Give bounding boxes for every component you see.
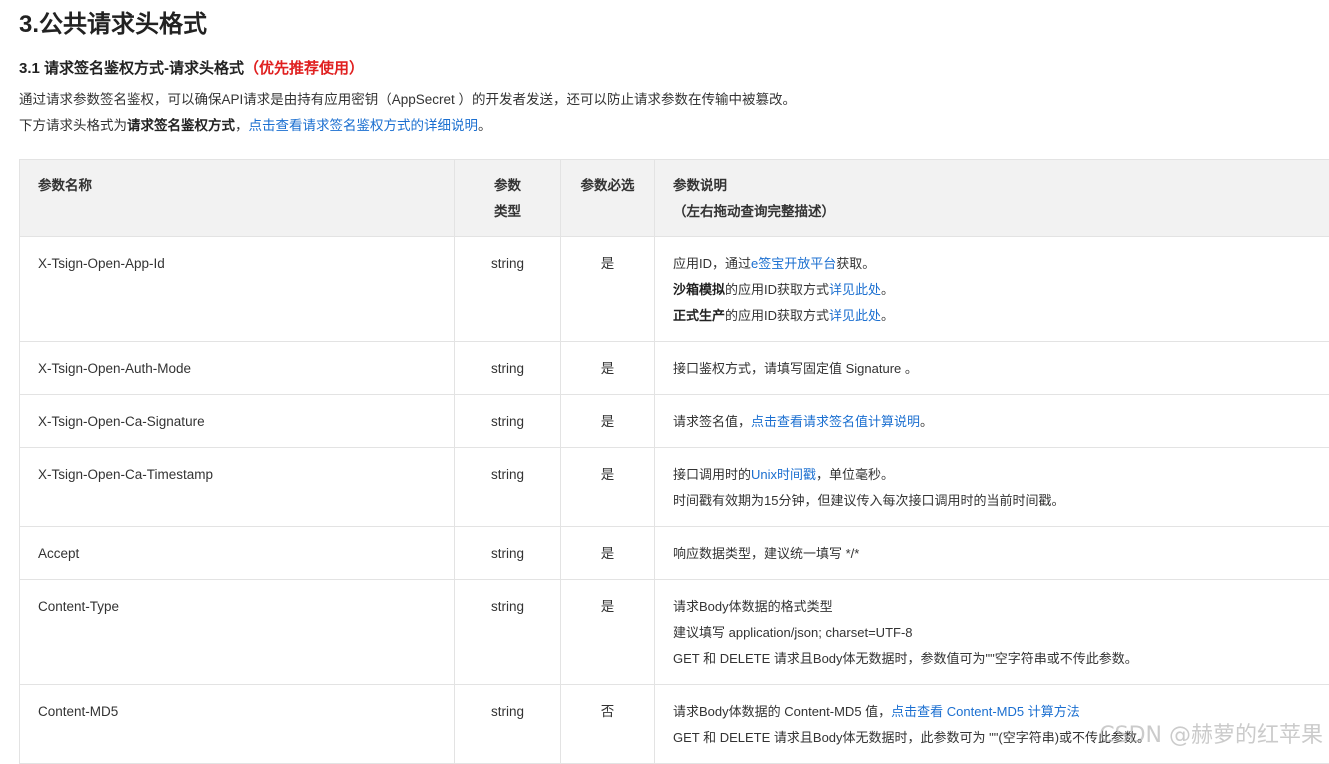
desc-line: GET 和 DELETE 请求且Body体无数据时，参数值可为""空字符串或不传… [673,646,1329,672]
recommended-tag: （优先推荐使用） [244,60,364,77]
param-name: X-Tsign-Open-App-Id [20,237,455,342]
intro-paragraph: 通过请求参数签名鉴权，可以确保API请求是由持有应用密钥（AppSecret ）… [19,90,796,110]
param-type: string [455,395,561,448]
page-title: 3.公共请求头格式 [19,8,207,42]
table-row: Content-Type string 是 请求Body体数据的格式类型 建议填… [20,580,1329,685]
header-param-desc: 参数说明（左右拖动查询完整描述） [655,160,1329,237]
param-name: Content-Type [20,580,455,685]
desc-text: 的应用ID获取方式 [725,308,829,323]
param-name: X-Tsign-Open-Auth-Mode [20,342,455,395]
desc-text: 请求签名值， [673,414,751,429]
unix-timestamp-link[interactable]: Unix时间戳 [751,467,816,482]
desc-line: 时间戳有效期为15分钟，但建议传入每次接口调用时的当前时间戳。 [673,488,1329,514]
param-desc: 响应数据类型，建议统一填写 */* [655,527,1329,580]
param-type: string [455,580,561,685]
desc-text: 。 [920,414,933,429]
desc-text: 请求Body体数据的 Content-MD5 值， [673,704,891,719]
param-type: string [455,527,561,580]
param-required: 否 [561,685,655,764]
desc-text: 应用ID，通过 [673,256,751,271]
desc-line: 请求签名值，点击查看请求签名值计算说明。 [673,409,1329,435]
section-title: 3.1 请求签名鉴权方式-请求头格式（优先推荐使用） [19,58,364,80]
desc-line: 建议填写 application/json; charset=UTF-8 [673,620,1329,646]
param-type: string [455,342,561,395]
desc-text: 获取。 [836,256,875,271]
desc-line: 接口调用时的Unix时间戳，单位毫秒。 [673,462,1329,488]
param-name: X-Tsign-Open-Ca-Timestamp [20,448,455,527]
param-type: string [455,448,561,527]
table-row: Accept string 是 响应数据类型，建议统一填写 */* [20,527,1329,580]
param-required: 是 [561,395,655,448]
param-name: Content-MD5 [20,685,455,764]
param-required: 是 [561,237,655,342]
param-desc: 接口鉴权方式，请填写固定值 Signature 。 [655,342,1329,395]
param-desc: 请求Body体数据的格式类型 建议填写 application/json; ch… [655,580,1329,685]
intro2-suffix: 。 [478,118,492,133]
desc-line: 正式生产的应用ID获取方式详见此处。 [673,303,1329,329]
param-desc: 应用ID，通过e签宝开放平台获取。 沙箱模拟的应用ID获取方式详见此处。 正式生… [655,237,1329,342]
param-desc: 请求签名值，点击查看请求签名值计算说明。 [655,395,1329,448]
desc-text: ，单位毫秒。 [816,467,894,482]
param-name: X-Tsign-Open-Ca-Signature [20,395,455,448]
desc-text: 。 [881,308,894,323]
header-desc-line2: （左右拖动查询完整描述） [673,199,1329,225]
param-required: 是 [561,448,655,527]
intro-paragraph-2: 下方请求头格式为请求签名鉴权方式，点击查看请求签名鉴权方式的详细说明。 [19,116,492,136]
param-type: string [455,237,561,342]
table-row: X-Tsign-Open-App-Id string 是 应用ID，通过e签宝开… [20,237,1329,342]
section-title-text: 3.1 请求签名鉴权方式-请求头格式 [19,60,244,77]
param-type: string [455,685,561,764]
desc-line: 请求Body体数据的格式类型 [673,594,1329,620]
csdn-watermark: CSDN @赫萝的红苹果 [1099,721,1323,751]
param-desc: 接口调用时的Unix时间戳，单位毫秒。 时间戳有效期为15分钟，但建议传入每次接… [655,448,1329,527]
open-platform-link[interactable]: e签宝开放平台 [751,256,836,271]
header-param-type: 参数类型 [455,160,561,237]
intro2-bold: 请求签名鉴权方式 [127,118,235,133]
desc-line: 应用ID，通过e签宝开放平台获取。 [673,251,1329,277]
header-type-line2: 类型 [455,199,560,225]
param-name: Accept [20,527,455,580]
param-required: 是 [561,580,655,685]
header-type-line1: 参数 [455,173,560,199]
request-header-table: 参数名称 参数类型 参数必选 参数说明（左右拖动查询完整描述） X-Tsign-… [19,159,1329,764]
table-row: X-Tsign-Open-Auth-Mode string 是 接口鉴权方式，请… [20,342,1329,395]
signature-detail-link[interactable]: 点击查看请求签名鉴权方式的详细说明 [249,118,479,133]
intro2-prefix: 下方请求头格式为 [19,118,127,133]
param-required: 是 [561,342,655,395]
signature-calc-link[interactable]: 点击查看请求签名值计算说明 [751,414,920,429]
desc-line: 响应数据类型，建议统一填写 */* [673,541,1329,567]
desc-text: 的应用ID获取方式 [725,282,829,297]
content-md5-calc-link[interactable]: 点击查看 Content-MD5 计算方法 [891,704,1080,719]
desc-bold: 沙箱模拟 [673,282,725,297]
param-required: 是 [561,527,655,580]
header-param-required: 参数必选 [561,160,655,237]
desc-line: 接口鉴权方式，请填写固定值 Signature 。 [673,356,1329,382]
table-row: X-Tsign-Open-Ca-Signature string 是 请求签名值… [20,395,1329,448]
desc-bold: 正式生产 [673,308,725,323]
sandbox-detail-link[interactable]: 详见此处 [829,282,881,297]
production-detail-link[interactable]: 详见此处 [829,308,881,323]
desc-text: 接口调用时的 [673,467,751,482]
header-desc-line1: 参数说明 [673,173,1329,199]
desc-text: 。 [881,282,894,297]
table-header-row: 参数名称 参数类型 参数必选 参数说明（左右拖动查询完整描述） [20,160,1329,237]
intro2-comma: ， [235,118,249,133]
table-row: X-Tsign-Open-Ca-Timestamp string 是 接口调用时… [20,448,1329,527]
header-param-name: 参数名称 [20,160,455,237]
desc-line: 沙箱模拟的应用ID获取方式详见此处。 [673,277,1329,303]
